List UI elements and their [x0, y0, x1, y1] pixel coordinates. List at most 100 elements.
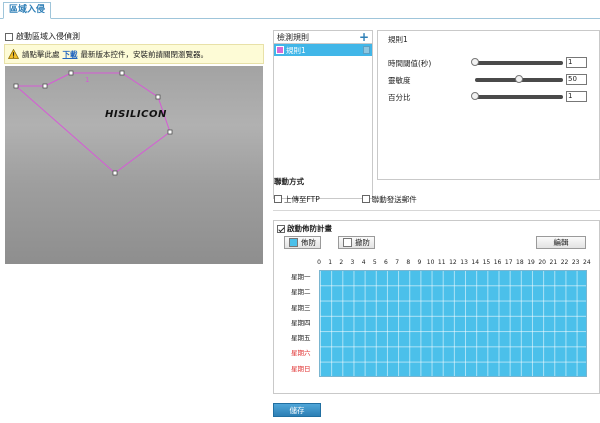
- disarm-button[interactable]: 撤防: [338, 236, 375, 249]
- day-label: 星期日: [291, 364, 311, 373]
- sensitivity-input[interactable]: 50: [566, 74, 587, 85]
- edit-button[interactable]: 編輯: [536, 236, 586, 249]
- hour-label: 12: [449, 259, 457, 266]
- disarm-label: 撤防: [355, 238, 370, 247]
- schedule-checkbox[interactable]: [277, 224, 285, 233]
- sensitivity-row: 靈敏度 50: [388, 74, 587, 85]
- rules-header: 檢測規則 +: [274, 31, 372, 44]
- hour-label: 23: [571, 259, 580, 266]
- region-handle[interactable]: [119, 70, 125, 76]
- hour-label: 0: [317, 259, 321, 266]
- region-handle[interactable]: [155, 94, 161, 100]
- region-handle[interactable]: [112, 170, 118, 176]
- hour-label: 14: [471, 259, 480, 266]
- divider: [273, 210, 600, 211]
- threshold-slider[interactable]: [471, 58, 563, 66]
- rule-color-swatch: [276, 46, 284, 54]
- email-label: 聯動發送郵件: [371, 194, 417, 204]
- day-labels: 星期一星期二星期三星期四星期五星期六星期日: [291, 270, 317, 377]
- region-number: 1: [85, 76, 89, 84]
- arm-button[interactable]: 佈防: [284, 236, 321, 249]
- threshold-label: 時間閾值(秒): [388, 58, 432, 68]
- top-tab-bar: 區域入侵: [0, 0, 600, 19]
- day-label: 星期一: [291, 273, 311, 281]
- notice-prefix: 請點擊此處: [22, 49, 60, 59]
- day-label: 星期三: [291, 303, 311, 312]
- region-handle[interactable]: [68, 70, 74, 76]
- schedule-grid[interactable]: [319, 270, 587, 377]
- add-rule-icon[interactable]: +: [359, 31, 369, 43]
- threshold-input[interactable]: 1: [566, 57, 587, 68]
- detection-rules-list: 檢測規則 + 規則1: [273, 30, 373, 199]
- plugin-notice: 請點擊此處 下載 最新版本控件，安裝前請關閉瀏覽器。: [4, 44, 264, 64]
- region-handles: [13, 70, 173, 176]
- hour-label: 5: [372, 259, 377, 266]
- rule-params: 規則1 時間閾值(秒) 1 靈敏度 50 百分比 1: [377, 30, 600, 180]
- tab-intrusion[interactable]: 區域入侵: [3, 2, 52, 19]
- hour-label: 3: [350, 259, 355, 266]
- linkage-title: 聯動方式: [274, 177, 304, 186]
- day-label: 星期五: [291, 334, 311, 343]
- right-panel: 檢測規則 + 規則1 規則1 時間閾值(秒) 1 靈敏度 50 百分比 1 聯動…: [270, 24, 600, 423]
- threshold-row: 時間閾值(秒) 1: [388, 57, 587, 68]
- sensitivity-slider[interactable]: [475, 75, 563, 83]
- notice-suffix: 最新版本控件，安裝前請關閉瀏覽器。: [80, 49, 209, 59]
- video-watermark: HISILICON: [105, 109, 167, 120]
- hour-label: 13: [460, 259, 468, 266]
- email-checkbox[interactable]: [361, 195, 370, 203]
- hour-label: 8: [406, 259, 411, 266]
- ftp-label: 上傳至FTP: [284, 194, 320, 204]
- hour-label: 20: [538, 259, 547, 266]
- region-handle[interactable]: [13, 83, 19, 89]
- arm-legend-swatch: [289, 238, 298, 247]
- arm-label: 佈防: [301, 238, 316, 247]
- delete-rule-icon[interactable]: [363, 46, 370, 54]
- hour-label: 10: [426, 259, 435, 266]
- percentage-slider-thumb[interactable]: [471, 92, 479, 100]
- rule-item-label: 規則1: [286, 45, 306, 55]
- sensitivity-slider-thumb[interactable]: [515, 75, 523, 83]
- video-preview[interactable]: 1 HISILICON: [5, 66, 263, 264]
- region-handle[interactable]: [42, 83, 48, 89]
- hour-label: 17: [504, 259, 513, 266]
- day-label: 星期六: [291, 349, 311, 358]
- linkage-options: 上傳至FTP 聯動發送郵件: [274, 193, 599, 205]
- hour-label: 19: [527, 259, 535, 266]
- download-link[interactable]: 下載: [63, 49, 78, 60]
- ftp-option[interactable]: 上傳至FTP: [274, 194, 320, 205]
- rules-title: 檢測規則: [277, 32, 309, 42]
- hour-label: 15: [482, 259, 491, 266]
- hour-labels: 0 1 2 3 4 5 6 7 8 9 10 11 12 13 14 15 16 17 18 19 20 21 22 23 24: [317, 259, 591, 267]
- schedule-title: 啟動佈防計畫: [287, 224, 332, 233]
- hour-label: 7: [395, 259, 400, 266]
- detection-region-overlay[interactable]: 1: [5, 66, 263, 264]
- enable-intrusion-row[interactable]: 啟動區域入侵偵測: [5, 31, 80, 42]
- warning-icon: [8, 49, 19, 59]
- hour-label: 11: [437, 259, 446, 266]
- params-title: 規則1: [388, 35, 408, 44]
- percentage-slider[interactable]: [471, 92, 563, 100]
- hour-label: 18: [516, 259, 524, 266]
- day-label: 星期四: [291, 318, 311, 327]
- region-handle[interactable]: [167, 129, 173, 135]
- percentage-input[interactable]: 1: [566, 91, 587, 102]
- email-option[interactable]: 聯動發送郵件: [361, 194, 417, 205]
- save-button[interactable]: 儲存: [273, 403, 321, 417]
- rule-item[interactable]: 規則1: [274, 44, 372, 56]
- hour-label: 6: [384, 259, 388, 266]
- arming-schedule: 啟動佈防計畫 佈防 撤防 編輯 0 1 2 3 4 5 6 7 8 9 10 11 12 13 14 15 16…: [273, 220, 600, 394]
- threshold-slider-thumb[interactable]: [471, 58, 479, 66]
- hour-label: 24: [583, 259, 591, 266]
- ftp-checkbox[interactable]: [274, 195, 282, 203]
- enable-intrusion-checkbox[interactable]: [5, 32, 13, 41]
- disarm-legend-swatch: [343, 238, 352, 247]
- day-label: 星期二: [291, 288, 311, 297]
- percentage-label: 百分比: [388, 92, 411, 102]
- hour-label: 21: [549, 259, 558, 266]
- sensitivity-label: 靈敏度: [388, 75, 411, 85]
- schedule-enable-row[interactable]: 啟動佈防計畫: [277, 223, 332, 234]
- enable-intrusion-label: 啟動區域入侵偵測: [16, 32, 80, 41]
- hour-label: 16: [493, 259, 502, 266]
- percentage-row: 百分比 1: [388, 91, 587, 102]
- hour-label: 9: [417, 259, 422, 266]
